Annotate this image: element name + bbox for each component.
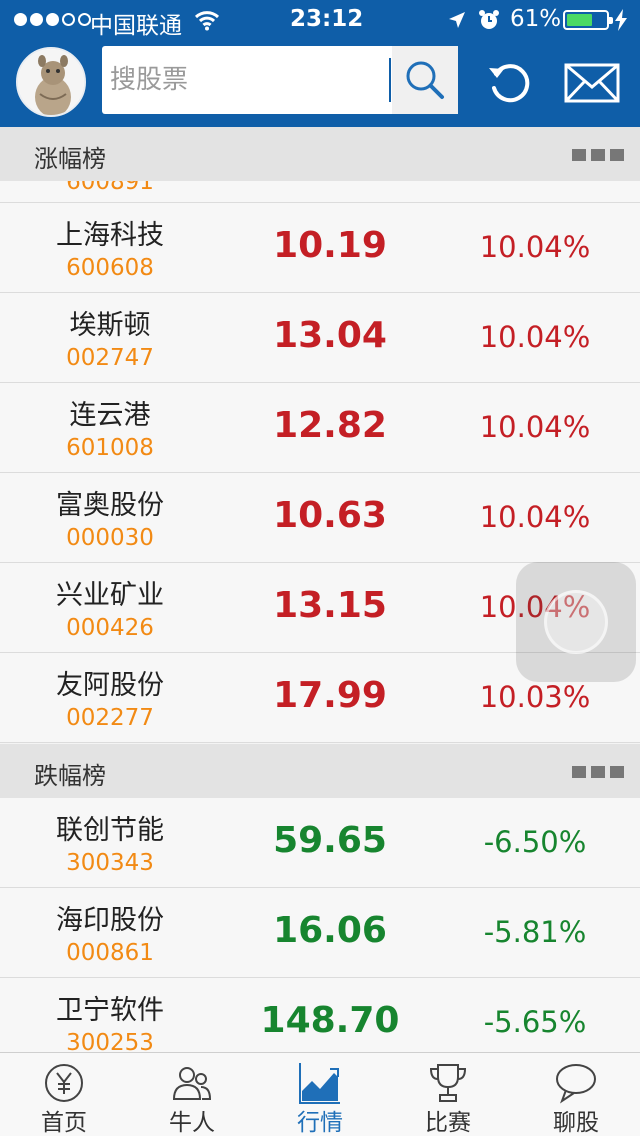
table-row[interactable]: 卫宁软件 300253 148.70 -5.65%: [0, 978, 640, 1052]
stock-code: 600891: [66, 181, 154, 195]
table-row[interactable]: 连云港 601008 12.82 10.04%: [0, 383, 640, 473]
stock-name: 友阿股份: [56, 670, 164, 701]
tab-bar: 首页 牛人 行情 比赛 聊股: [0, 1052, 640, 1136]
stock-code: 002747: [66, 345, 154, 371]
stock-price: 10.19: [273, 225, 387, 266]
stock-name: 卫宁软件: [56, 995, 164, 1026]
stock-code: 300343: [66, 850, 154, 876]
location-arrow-icon: [449, 12, 465, 28]
chat-icon: [556, 1064, 596, 1104]
mail-icon[interactable]: [564, 63, 620, 103]
signal-strength-icon: [14, 13, 91, 26]
stock-change: -5.65%: [483, 1005, 587, 1039]
stock-code: 300253: [66, 1030, 154, 1052]
stock-code: 600608: [66, 255, 154, 281]
more-icon[interactable]: [572, 149, 624, 161]
stock-name: 埃斯顿: [69, 310, 151, 341]
table-row[interactable]: 上海科技 600608 10.19 10.04%: [0, 203, 640, 293]
gainers-title: 涨幅榜: [34, 145, 106, 173]
more-icon[interactable]: [572, 766, 624, 778]
user-avatar[interactable]: [16, 47, 86, 117]
stock-name: 海印股份: [56, 905, 164, 936]
tab-label: 行情: [297, 1110, 343, 1136]
stock-name: 富奥股份: [56, 490, 164, 521]
stock-name: 联创节能: [56, 815, 164, 846]
stock-name: 上海科技: [56, 220, 164, 251]
battery-icon: [563, 10, 613, 30]
table-row[interactable]: 海印股份 000861 16.06 -5.81%: [0, 888, 640, 978]
table-row[interactable]: 600891: [0, 181, 640, 203]
home-yen-icon: [45, 1064, 83, 1102]
alarm-clock-icon: [479, 10, 499, 29]
stock-change: 10.04%: [479, 320, 591, 354]
losers-section-header[interactable]: 跌幅榜: [0, 744, 640, 798]
search-box: [102, 46, 458, 114]
tab-label: 比赛: [425, 1110, 471, 1136]
stock-code: 000861: [66, 940, 154, 966]
carrier-name: 中国联通: [90, 13, 182, 39]
avatar-image: [18, 49, 84, 115]
refresh-icon[interactable]: [486, 60, 532, 106]
status-bar: 中国联通 23:12 61%: [0, 0, 640, 40]
stock-price: 13.15: [273, 585, 387, 626]
tab-label: 聊股: [553, 1110, 599, 1136]
stock-price: 59.65: [273, 820, 387, 861]
stock-name: 兴业矿业: [56, 580, 164, 611]
tab-chat[interactable]: 聊股: [512, 1053, 640, 1136]
stock-code: 000426: [66, 615, 154, 641]
stock-code: 002277: [66, 705, 154, 731]
table-row[interactable]: 联创节能 300343 59.65 -6.50%: [0, 798, 640, 888]
assistive-touch-icon: [544, 590, 608, 654]
stock-price: 13.04: [273, 315, 387, 356]
losers-title: 跌幅榜: [34, 762, 106, 790]
tab-label: 首页: [41, 1110, 87, 1136]
app-header: 中国联通 23:12 61%: [0, 0, 640, 127]
wifi-icon: [194, 11, 220, 31]
table-row[interactable]: 富奥股份 000030 10.63 10.04%: [0, 473, 640, 563]
tab-home[interactable]: 首页: [0, 1053, 128, 1136]
stock-change: 10.03%: [479, 680, 591, 714]
stock-price: 12.82: [273, 405, 387, 446]
charging-bolt-icon: [615, 9, 627, 31]
stock-change: 10.04%: [479, 410, 591, 444]
tab-contest[interactable]: 比赛: [384, 1053, 512, 1136]
tab-label: 牛人: [169, 1110, 215, 1136]
stock-change: 10.04%: [479, 230, 591, 264]
table-row[interactable]: 埃斯顿 002747 13.04 10.04%: [0, 293, 640, 383]
stock-code: 000030: [66, 525, 154, 551]
people-icon: [172, 1067, 212, 1100]
stock-change: -5.81%: [483, 915, 587, 949]
stock-change: -6.50%: [483, 825, 587, 859]
search-button[interactable]: [392, 46, 458, 114]
tab-experts[interactable]: 牛人: [128, 1053, 256, 1136]
chart-icon: [299, 1063, 340, 1104]
stock-price: 148.70: [260, 1000, 400, 1041]
gainers-section-header[interactable]: 涨幅榜: [0, 127, 640, 181]
search-input[interactable]: [102, 46, 390, 114]
stock-change: 10.04%: [479, 500, 591, 534]
stock-price: 10.63: [273, 495, 387, 536]
trophy-icon: [429, 1064, 467, 1102]
search-divider: [389, 58, 391, 102]
search-icon: [406, 61, 444, 99]
battery-percent: 61%: [510, 6, 562, 32]
stock-price: 16.06: [273, 910, 387, 951]
stock-price: 17.99: [273, 675, 387, 716]
stock-code: 601008: [66, 435, 154, 461]
stock-name: 连云港: [69, 400, 151, 431]
assistive-touch-button[interactable]: [516, 562, 636, 682]
tab-market[interactable]: 行情: [256, 1053, 384, 1136]
clock: 23:12: [290, 6, 364, 32]
